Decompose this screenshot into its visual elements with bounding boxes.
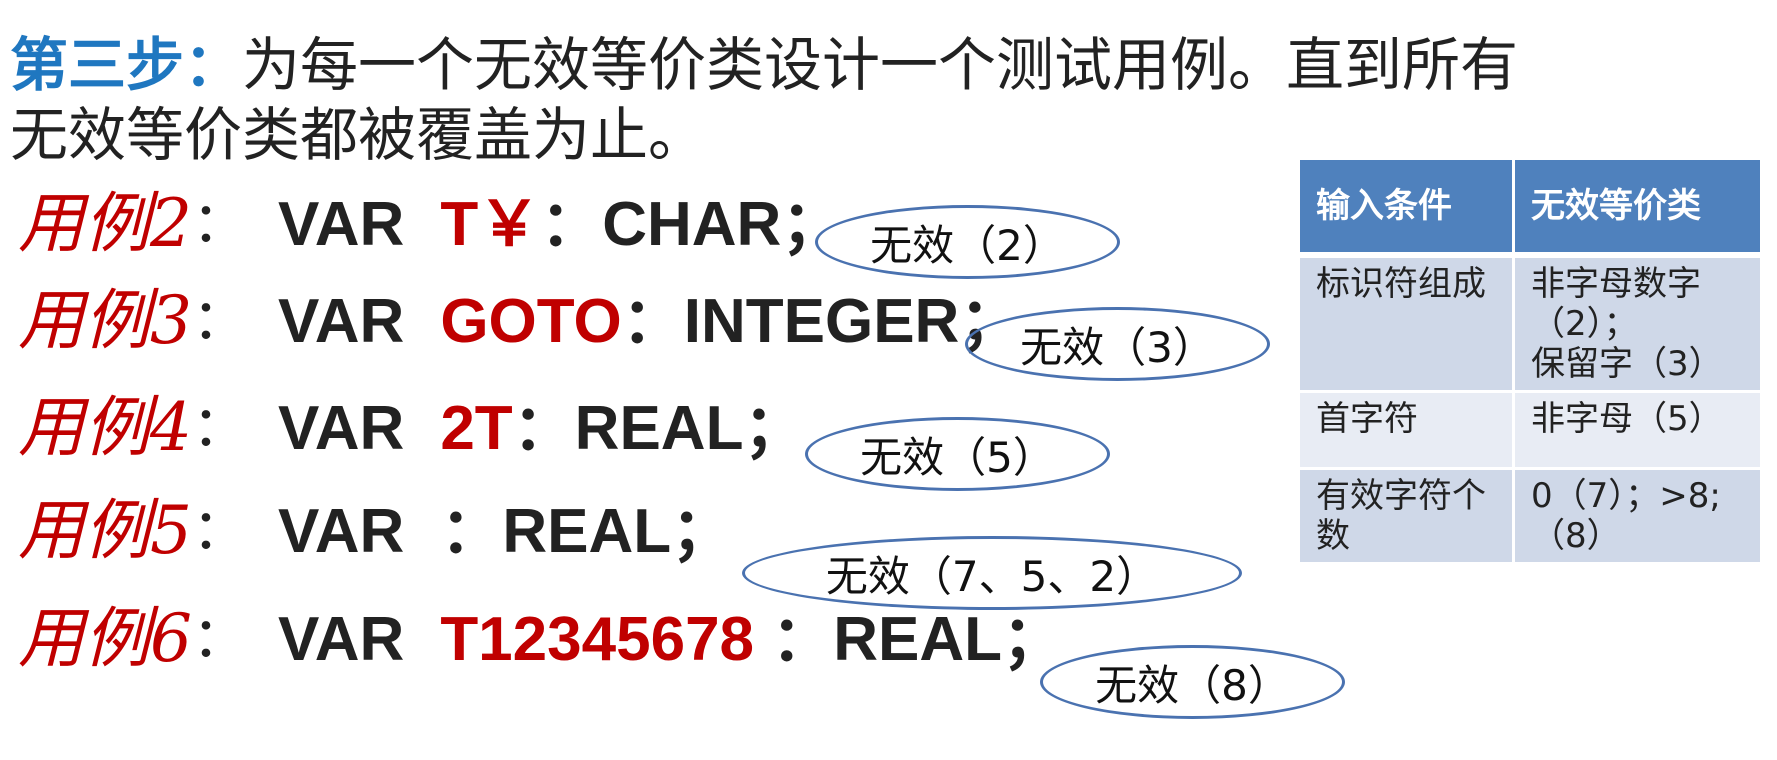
case-keyword: VAR (278, 287, 405, 356)
class-line: 0（7）；>8; (1531, 476, 1721, 516)
test-case-4: 用例4 ： VAR 2T：REAL； (18, 382, 805, 466)
invalid-note: 无效（8） (1095, 660, 1290, 710)
class-line: 非字母数字 (1531, 264, 1701, 304)
test-case-3: 用例3 ： VAR GOTO：INTEGER； (18, 275, 1021, 359)
class-line: 非字母（5） (1531, 399, 1723, 439)
case-colon: ： (192, 394, 248, 460)
case-code: VAR T￥：CHAR； (278, 173, 843, 263)
condition-cell: 首字符 (1297, 390, 1515, 470)
case-colon: ： (192, 190, 248, 256)
case-label: 用例4 (18, 389, 192, 466)
invalid-equivalence-table: 输入条件 无效等价类 标识符组成 非字母数字 （2）； 保留字（3） 首字符 非… (1297, 157, 1763, 565)
class-line: （2）； (1531, 304, 1638, 344)
invalid-note: 无效（3） (1020, 322, 1215, 372)
case-code: VAR T12345678 ：REAL； (278, 588, 1064, 678)
classes-cell: 0（7）；>8; （8） (1512, 467, 1763, 565)
table-row: 标识符组成 非字母数字 （2）； 保留字（3） (1297, 253, 1763, 393)
header-invalid-class: 无效等价类 (1512, 157, 1763, 258)
case-label: 用例6 (18, 600, 192, 677)
class-line: （8） (1531, 516, 1621, 556)
test-case-5: 用例5 ： VAR ：REAL； (18, 485, 733, 569)
case-rest: ：REAL； (440, 497, 734, 566)
case-identifier: T￥ (440, 190, 541, 259)
case-colon: ： (192, 497, 248, 563)
step-label: 第三步： (10, 31, 243, 99)
table-row: 首字符 非字母（5） (1297, 390, 1763, 470)
case-rest: ：REAL； (754, 605, 1065, 674)
case-code: VAR 2T：REAL； (278, 377, 805, 467)
case-rest: ：REAL； (512, 394, 806, 463)
case-colon: ： (192, 287, 248, 353)
class-line: 保留字（3） (1531, 344, 1723, 384)
classes-cell: 非字母（5） (1512, 390, 1763, 470)
invalid-note-oval: 无效（5） (805, 417, 1110, 491)
case-identifier: 2T (440, 394, 513, 463)
case-keyword: VAR (278, 394, 405, 463)
case-label: 用例3 (18, 282, 192, 359)
case-identifier: T12345678 (440, 605, 755, 674)
table-row: 有效字符个数 0（7）；>8; （8） (1297, 467, 1763, 565)
invalid-note-oval: 无效（3） (965, 307, 1270, 381)
case-rest: ：CHAR； (540, 190, 844, 259)
table-header-row: 输入条件 无效等价类 (1297, 157, 1763, 258)
invalid-note: 无效（2） (870, 220, 1065, 270)
case-keyword: VAR (278, 497, 405, 566)
invalid-note-oval: 无效（2） (815, 205, 1120, 279)
header-input-condition: 输入条件 (1297, 157, 1515, 258)
test-case-6: 用例6 ： VAR T12345678 ：REAL； (18, 593, 1064, 677)
condition-cell: 有效字符个数 (1297, 467, 1515, 565)
case-code: VAR ：REAL； (278, 480, 733, 570)
heading-line1: 为每一个无效等价类设计一个测试用例。直到所有 (242, 31, 1519, 99)
case-rest: ：INTEGER； (621, 287, 1022, 356)
heading: 第三步：为每一个无效等价类设计一个测试用例。直到所有 无效等价类都被覆盖为止。 (10, 30, 1590, 170)
classes-cell: 非字母数字 （2）； 保留字（3） (1512, 253, 1763, 393)
condition-cell: 标识符组成 (1297, 253, 1515, 393)
case-identifier: GOTO (440, 287, 622, 356)
test-case-2: 用例2 ： VAR T￥：CHAR； (18, 178, 843, 262)
case-label: 用例2 (18, 185, 192, 262)
case-colon: ： (192, 605, 248, 671)
case-keyword: VAR (278, 190, 405, 259)
case-keyword: VAR (278, 605, 405, 674)
heading-line2: 无效等价类都被覆盖为止。 (10, 101, 707, 169)
invalid-note: 无效（5） (860, 432, 1055, 482)
invalid-note-oval: 无效（8） (1040, 645, 1345, 719)
case-code: VAR GOTO：INTEGER； (278, 270, 1021, 360)
case-label: 用例5 (18, 492, 192, 569)
